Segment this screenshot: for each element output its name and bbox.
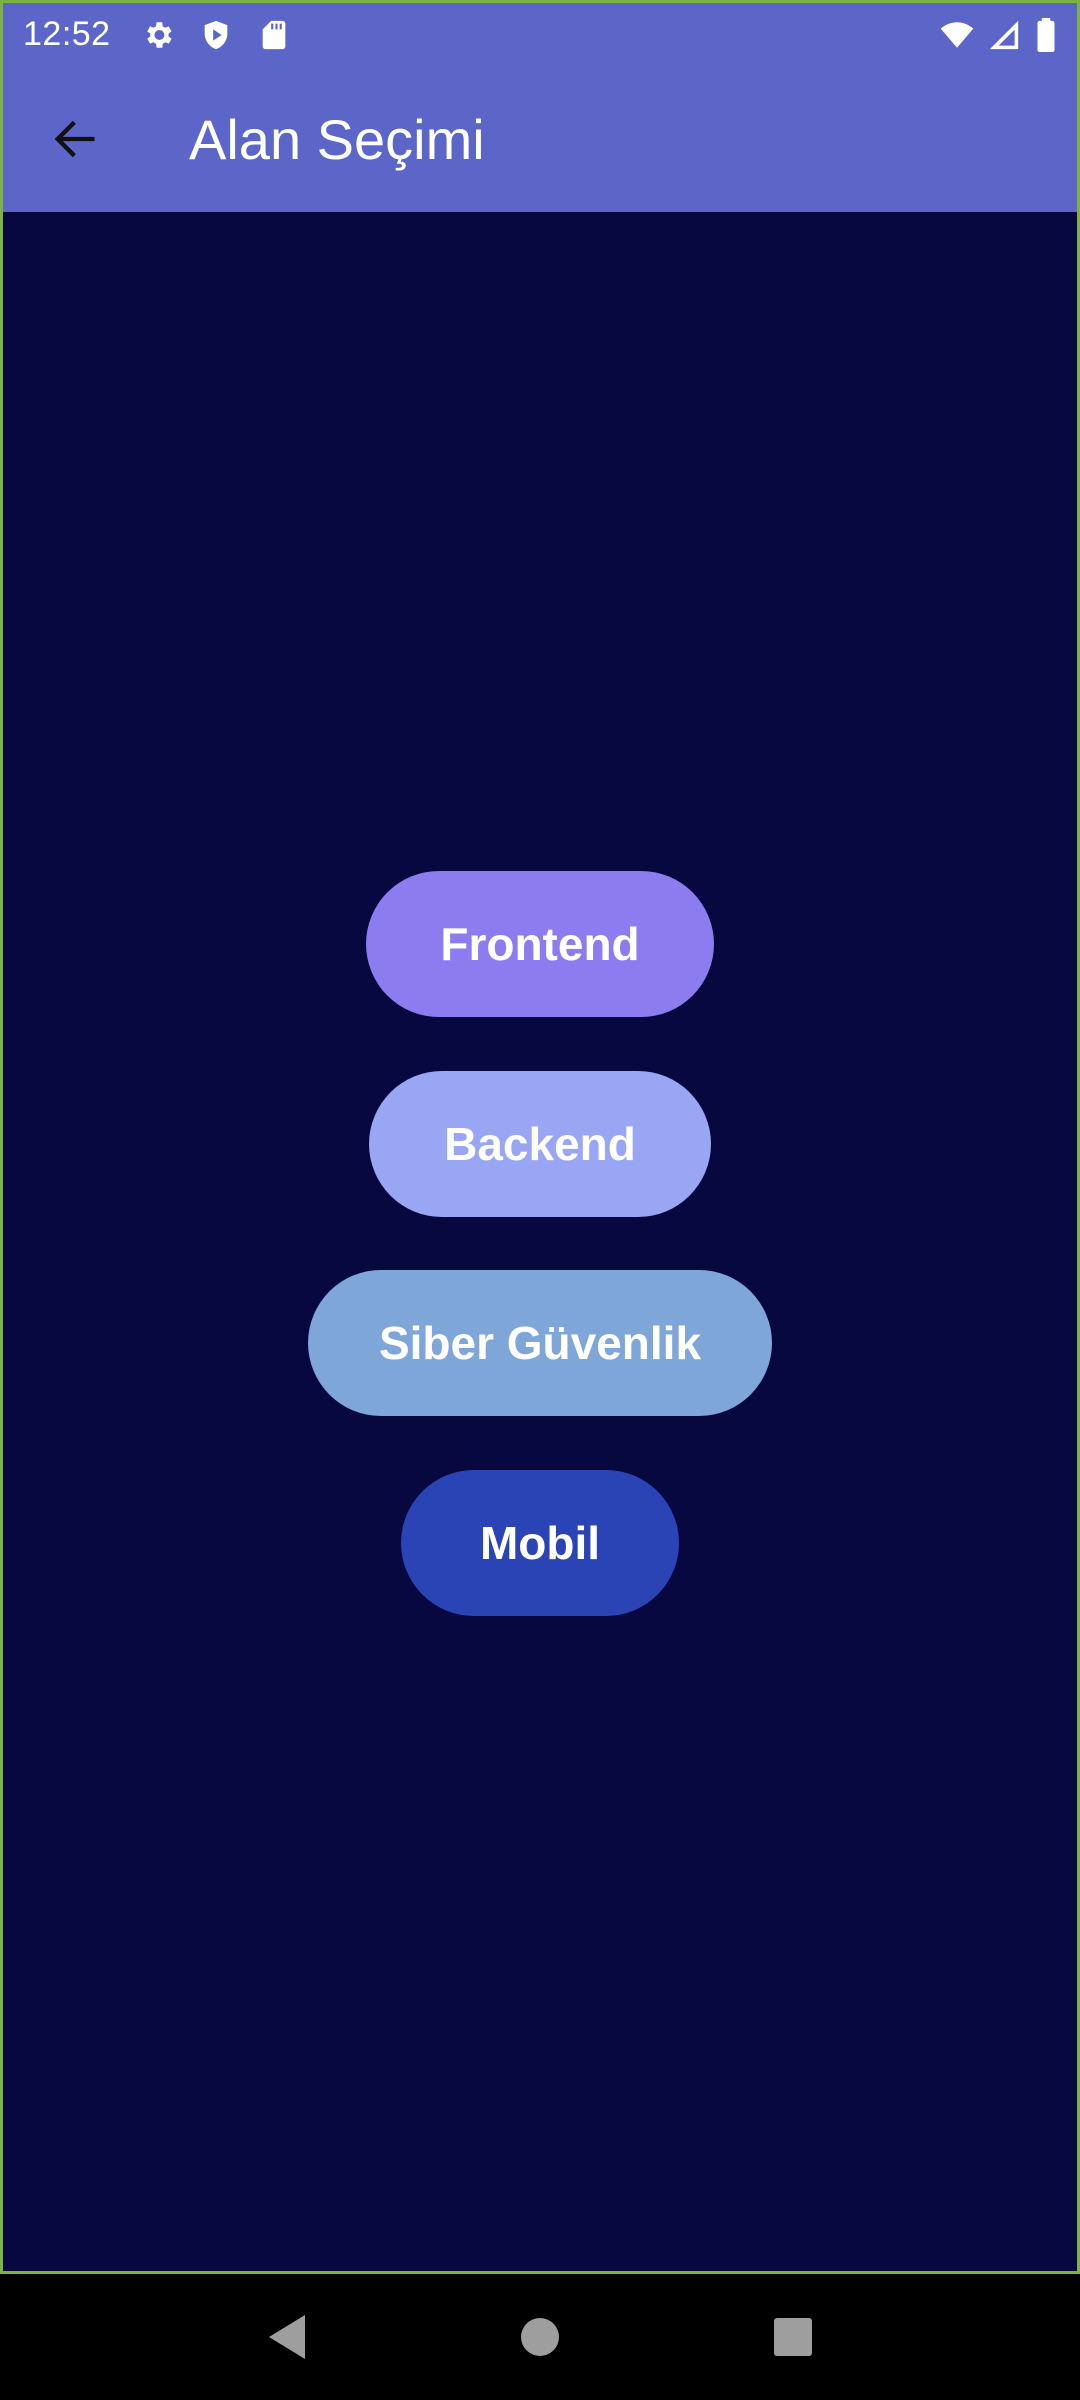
wifi-icon: [939, 18, 974, 52]
nav-home-icon: [520, 2318, 559, 2356]
cyber-security-button[interactable]: Siber Güvenlik: [308, 1270, 772, 1416]
cell-signal-icon: [987, 18, 1021, 52]
battery-icon: [1035, 17, 1057, 52]
app-screen: 12:52 Alan Seçimi Frontend Backend Siber…: [0, 0, 1080, 2274]
back-button[interactable]: [39, 103, 111, 175]
arrow-left-icon: [54, 120, 95, 158]
nav-home-button[interactable]: [510, 2307, 570, 2367]
nav-back-icon: [268, 2315, 305, 2359]
sd-card-icon: [257, 18, 291, 52]
status-bar: 12:52: [3, 3, 1077, 66]
frontend-button[interactable]: Frontend: [366, 871, 714, 1017]
settings-icon: [141, 18, 175, 52]
status-icons-right: [939, 17, 1057, 52]
page-title: Alan Seçimi: [189, 107, 485, 171]
status-icons-left: [141, 18, 291, 52]
system-navigation-bar: [0, 2274, 1080, 2400]
shield-play-icon: [199, 18, 233, 52]
status-time: 12:52: [23, 15, 111, 53]
app-bar: Alan Seçimi: [3, 66, 1077, 212]
mobile-button[interactable]: Mobil: [401, 1470, 679, 1616]
nav-recents-icon: [774, 2318, 813, 2356]
nav-recents-button[interactable]: [763, 2307, 823, 2367]
backend-button[interactable]: Backend: [369, 1071, 711, 1217]
area-selection-panel: Frontend Backend Siber Güvenlik Mobil: [3, 212, 1077, 2271]
nav-back-button[interactable]: [257, 2307, 317, 2367]
